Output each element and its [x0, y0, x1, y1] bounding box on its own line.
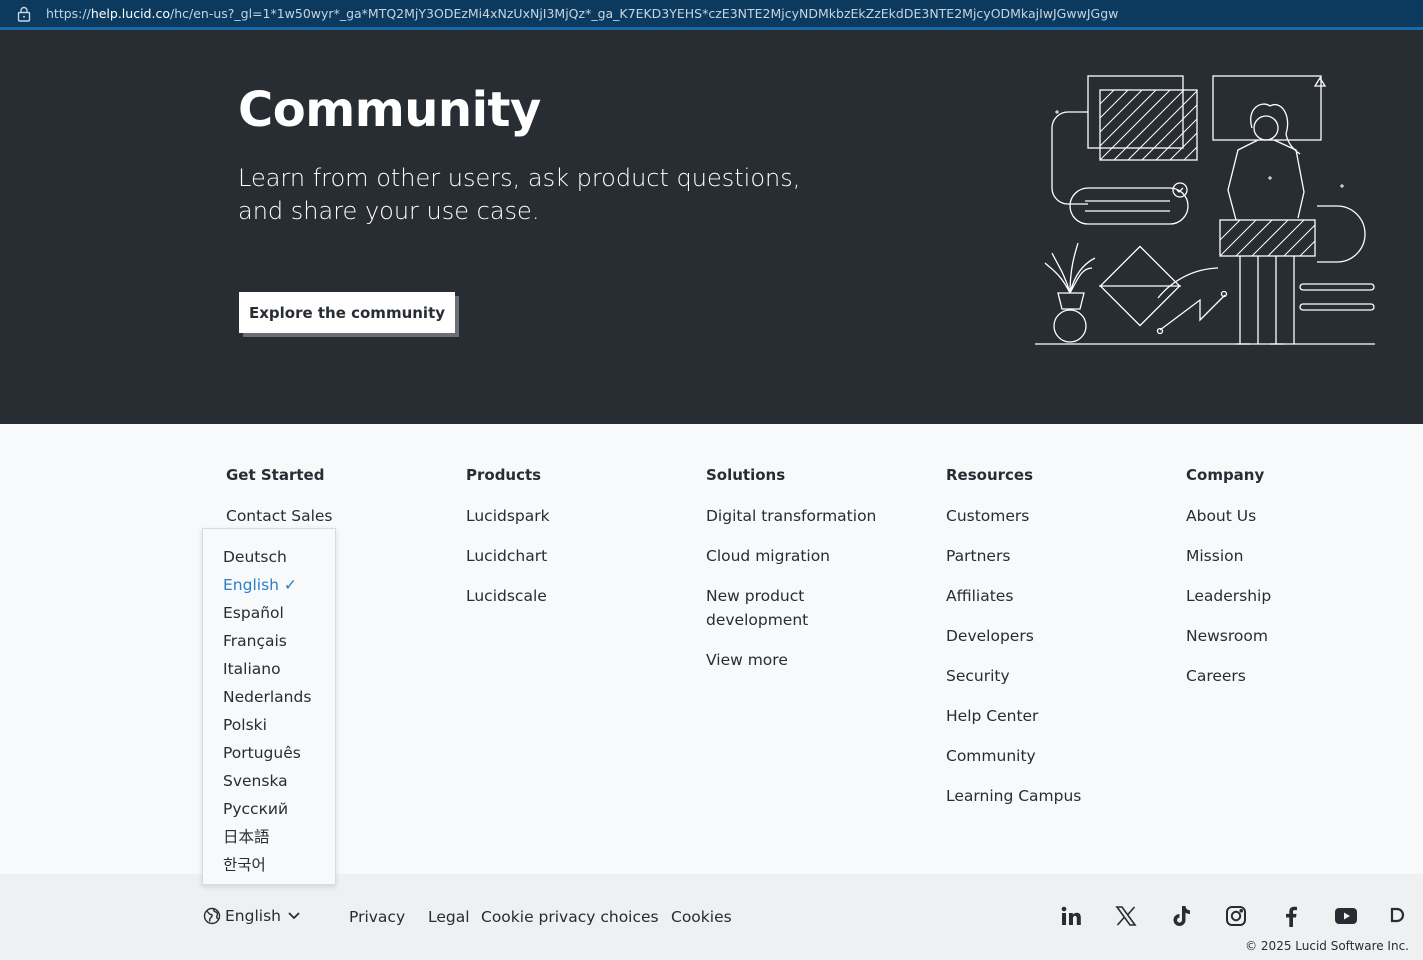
lock-icon	[16, 6, 32, 22]
footer-link[interactable]: Partners	[946, 544, 1081, 568]
youtube-icon[interactable]	[1334, 904, 1358, 928]
footer-column-solutions: Solutions Digital transformation Cloud m…	[706, 466, 886, 688]
footer-link[interactable]: Cloud migration	[706, 544, 886, 568]
footer-link[interactable]: View more	[706, 648, 886, 672]
footer-link[interactable]: Digital transformation	[706, 504, 886, 528]
language-option[interactable]: Italiano	[203, 657, 335, 685]
footer-heading: Resources	[946, 466, 1034, 484]
language-option[interactable]: Español	[203, 601, 335, 629]
footer-heading: Company	[1186, 466, 1265, 484]
footer-column-products: Products Lucidspark Lucidchart Lucidscal…	[466, 466, 550, 624]
footer-column-resources: Resources Customers Partners Affiliates …	[946, 466, 1081, 824]
instagram-icon[interactable]	[1224, 904, 1248, 928]
footer-link[interactable]: Leadership	[1186, 584, 1271, 608]
footer-link[interactable]: Mission	[1186, 544, 1271, 568]
footer-link[interactable]: New product development	[706, 584, 826, 632]
privacy-link[interactable]: Privacy	[349, 908, 405, 926]
footer-link[interactable]: Lucidchart	[466, 544, 550, 568]
footer-heading: Products	[466, 466, 542, 484]
hero-subtitle: Learn from other users, ask product ques…	[238, 164, 801, 225]
footer-link[interactable]: Customers	[946, 504, 1081, 528]
cookie-privacy-choices-link[interactable]: Cookie privacy choices	[481, 908, 659, 926]
language-option[interactable]: Русский	[203, 797, 335, 825]
footer-link[interactable]: Affiliates	[946, 584, 1081, 608]
footer-link[interactable]: Learning Campus	[946, 784, 1081, 808]
explore-community-button[interactable]: Explore the community	[239, 292, 455, 333]
footer-link[interactable]: Developers	[946, 624, 1081, 648]
language-option[interactable]: Polski	[203, 713, 335, 741]
linkedin-icon[interactable]	[1059, 904, 1083, 928]
community-hero: Community Learn from other users, ask pr…	[0, 30, 1423, 424]
language-option-selected[interactable]: English ✓	[203, 573, 335, 601]
footer-link[interactable]: Lucidscale	[466, 584, 550, 608]
footer-link[interactable]: Security	[946, 664, 1081, 688]
hero-title: Community	[238, 82, 541, 138]
legal-link[interactable]: Legal	[428, 908, 470, 926]
language-option[interactable]: 日本語	[203, 825, 335, 853]
footer-link[interactable]: About Us	[1186, 504, 1271, 528]
url-text[interactable]: https://help.lucid.co/hc/en-us?_gl=1*1w5…	[46, 6, 1118, 21]
language-option[interactable]: 한국어	[203, 853, 335, 881]
language-option[interactable]: Português	[203, 741, 335, 769]
footer-column-company: Company About Us Mission Leadership News…	[1186, 466, 1271, 704]
cookies-link[interactable]: Cookies	[671, 908, 732, 926]
footer-heading: Get Started	[226, 466, 325, 484]
language-dropdown-menu: Deutsch English ✓ Español Français Itali…	[202, 528, 336, 885]
tiktok-icon[interactable]	[1169, 904, 1193, 928]
lucid-icon[interactable]	[1389, 904, 1409, 928]
x-icon[interactable]	[1114, 904, 1138, 928]
footer-link[interactable]: Careers	[1186, 664, 1271, 688]
language-option[interactable]: Svenska	[203, 769, 335, 797]
copyright-text: © 2025 Lucid Software Inc.	[1245, 939, 1409, 953]
footer-heading: Solutions	[706, 466, 786, 484]
globe-icon	[203, 907, 221, 925]
community-illustration	[1035, 75, 1375, 345]
facebook-icon[interactable]	[1279, 904, 1303, 928]
language-option[interactable]: Français	[203, 629, 335, 657]
chevron-down-icon	[287, 911, 301, 921]
browser-address-bar[interactable]: https://help.lucid.co/hc/en-us?_gl=1*1w5…	[0, 0, 1423, 30]
language-option[interactable]: Deutsch	[203, 545, 335, 573]
footer-link[interactable]: Lucidspark	[466, 504, 550, 528]
language-selector-label: English	[225, 907, 281, 925]
footer-link[interactable]: Contact Sales	[226, 504, 333, 528]
footer-link[interactable]: Community	[946, 744, 1081, 768]
footer-link[interactable]: Newsroom	[1186, 624, 1271, 648]
footer-bottom-bar: English Privacy Legal Cookie privacy cho…	[0, 874, 1423, 960]
footer-link[interactable]: Help Center	[946, 704, 1081, 728]
language-selector[interactable]: English	[203, 907, 301, 925]
language-option[interactable]: Nederlands	[203, 685, 335, 713]
